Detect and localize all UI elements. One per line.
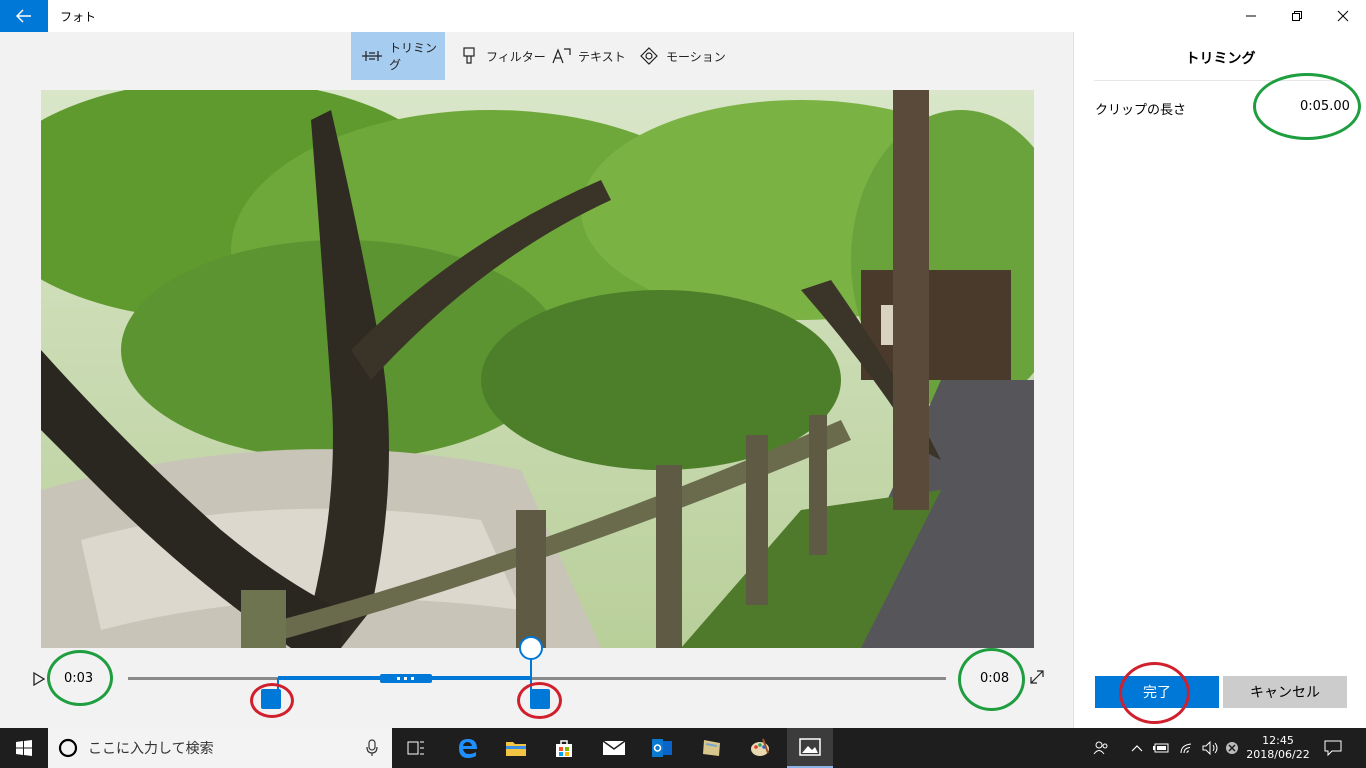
task-view-button[interactable] (400, 728, 432, 768)
brush-icon (458, 45, 480, 67)
tab-label: テキスト (578, 49, 626, 64)
play-icon (33, 671, 46, 687)
trim-icon (361, 45, 383, 67)
motion-icon (638, 45, 660, 67)
volume-button[interactable] (1200, 728, 1222, 768)
task-view-icon (407, 741, 424, 755)
people-button[interactable] (1090, 728, 1112, 768)
clock[interactable]: 12:45 2018/06/22 (1244, 728, 1312, 768)
taskbar-edge[interactable] (450, 728, 486, 768)
play-button[interactable] (30, 670, 48, 688)
tab-label: モーション (666, 49, 726, 64)
end-time-label: 0:08 (980, 671, 1010, 686)
search-placeholder: ここに入力して検索 (88, 741, 214, 757)
taskbar: ここに入力して検索 12:45 2018/06/22 (0, 728, 1366, 768)
show-hidden-icons-button[interactable] (1128, 728, 1146, 768)
taskbar-photos[interactable] (787, 728, 833, 768)
clip-length-label: クリップの長さ (1095, 103, 1187, 118)
wifi-button[interactable] (1176, 728, 1198, 768)
close-icon (1337, 10, 1349, 22)
expand-icon (1030, 670, 1044, 684)
video-frame-image (41, 90, 1034, 648)
wifi-icon (1180, 743, 1192, 754)
tab-motion[interactable]: モーション (638, 32, 726, 80)
notebook-app-icon (703, 740, 720, 756)
taskbar-app-1[interactable] (694, 728, 730, 768)
fullscreen-button[interactable] (1028, 668, 1046, 686)
restore-icon (1292, 11, 1302, 21)
selection-drag-grip[interactable] (380, 674, 432, 683)
taskbar-mail[interactable] (596, 728, 632, 768)
battery-button[interactable] (1150, 728, 1172, 768)
tab-label: フィルター (486, 49, 546, 64)
edge-browser-icon (459, 739, 477, 758)
close-button[interactable] (1320, 0, 1366, 32)
taskbar-search-box[interactable]: ここに入力して検索 (48, 728, 392, 768)
start-button[interactable] (0, 728, 48, 768)
notification-icon (1324, 740, 1342, 756)
panel-title: トリミング (1185, 51, 1256, 67)
minimize-button[interactable] (1228, 0, 1274, 32)
folder-icon (506, 742, 526, 756)
outlook-icon (652, 739, 672, 757)
taskbar-store[interactable] (546, 728, 582, 768)
trim-end-handle[interactable] (530, 689, 550, 709)
done-button[interactable]: 完了 (1095, 676, 1219, 708)
people-icon (1093, 741, 1108, 755)
clock-time: 12:45 (1262, 734, 1294, 747)
paint-palette-icon (751, 738, 769, 756)
back-arrow-icon (16, 9, 31, 23)
app-title: フォト (60, 10, 97, 24)
tab-trim[interactable]: トリミング (351, 32, 445, 80)
cortana-icon (58, 738, 78, 758)
taskbar-explorer[interactable] (498, 728, 534, 768)
playhead-handle[interactable] (519, 636, 543, 660)
clip-length-value: 0:05.00 (1300, 99, 1350, 114)
taskbar-app-2[interactable] (742, 728, 778, 768)
windows-logo-icon (16, 740, 32, 756)
ime-off-icon (1226, 742, 1238, 754)
battery-icon (1153, 743, 1169, 753)
restore-button[interactable] (1274, 0, 1320, 32)
microphone-icon[interactable] (366, 739, 378, 757)
action-center-button[interactable] (1318, 728, 1348, 768)
tab-text[interactable]: テキスト (550, 32, 626, 80)
mail-icon (602, 740, 626, 755)
taskbar-outlook[interactable] (644, 728, 680, 768)
text-icon (550, 45, 572, 67)
store-bag-icon (556, 740, 572, 757)
video-preview[interactable] (41, 90, 1034, 648)
trim-panel: トリミング クリップの長さ 0:05.00 完了 キャンセル (1073, 32, 1366, 728)
speaker-icon (1202, 741, 1218, 755)
panel-divider (1094, 80, 1347, 81)
title-bar: フォト (0, 0, 1366, 32)
clock-date: 2018/06/22 (1246, 748, 1310, 761)
playhead-line (530, 657, 532, 679)
timeline-track[interactable] (128, 677, 946, 680)
tab-label: トリミング (389, 41, 438, 72)
minimize-icon (1246, 15, 1256, 17)
trim-start-handle[interactable] (261, 689, 281, 709)
ime-button[interactable] (1223, 728, 1241, 768)
start-time-label: 0:03 (64, 671, 94, 686)
photos-icon (799, 738, 821, 756)
chevron-up-icon (1131, 745, 1143, 752)
cancel-button[interactable]: キャンセル (1223, 676, 1347, 708)
back-button[interactable] (0, 0, 48, 32)
tab-filter[interactable]: フィルター (458, 32, 546, 80)
